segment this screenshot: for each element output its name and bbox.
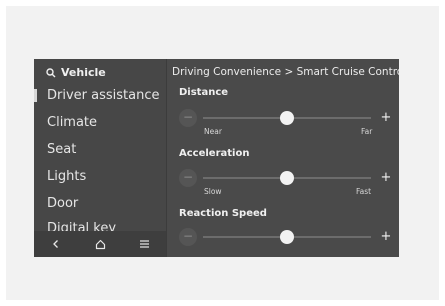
distance-min-label: Near bbox=[204, 127, 222, 136]
distance-increase-button[interactable]: + bbox=[377, 109, 395, 127]
slider-thumb[interactable] bbox=[280, 171, 294, 185]
search-label: Vehicle bbox=[61, 66, 106, 79]
sidebar-item-seat[interactable]: Seat bbox=[47, 142, 76, 157]
search-button[interactable]: Vehicle bbox=[46, 66, 106, 79]
reaction-speed-increase-button[interactable]: + bbox=[377, 228, 395, 246]
infotainment-screen: Vehicle Driver assistance Climate Seat L… bbox=[34, 59, 399, 257]
sidebar-item-driver-assistance[interactable]: Driver assistance bbox=[47, 88, 159, 103]
acceleration-min-label: Slow bbox=[204, 187, 222, 196]
back-icon[interactable] bbox=[44, 232, 68, 256]
distance-max-label: Far bbox=[361, 127, 373, 136]
slider-thumb[interactable] bbox=[280, 230, 294, 244]
sidebar-bottom-bar bbox=[34, 231, 166, 257]
slider-track bbox=[203, 230, 371, 244]
search-icon bbox=[46, 67, 56, 78]
sidebar-item-climate[interactable]: Climate bbox=[47, 115, 97, 130]
home-icon[interactable] bbox=[88, 232, 112, 256]
breadcrumb: Driving Convenience > Smart Cruise Contr… bbox=[172, 66, 399, 78]
acceleration-increase-button[interactable]: + bbox=[377, 169, 395, 187]
active-indicator bbox=[34, 89, 37, 102]
section-title-distance: Distance bbox=[179, 87, 229, 98]
section-title-reaction-speed: Reaction Speed bbox=[179, 208, 267, 219]
distance-decrease-button[interactable]: − bbox=[179, 109, 197, 127]
sidebar-item-lights[interactable]: Lights bbox=[47, 169, 86, 184]
menu-icon[interactable] bbox=[132, 232, 156, 256]
sidebar-item-door[interactable]: Door bbox=[47, 196, 78, 211]
reaction-speed-slider[interactable]: − + bbox=[179, 228, 395, 246]
slider-thumb[interactable] bbox=[280, 111, 294, 125]
section-title-acceleration: Acceleration bbox=[179, 148, 250, 159]
acceleration-slider[interactable]: − + bbox=[179, 169, 395, 187]
sidebar: Vehicle Driver assistance Climate Seat L… bbox=[34, 59, 167, 257]
acceleration-decrease-button[interactable]: − bbox=[179, 169, 197, 187]
acceleration-max-label: Fast bbox=[356, 187, 372, 196]
slider-track bbox=[203, 171, 371, 185]
slider-track bbox=[203, 111, 371, 125]
distance-slider[interactable]: − + bbox=[179, 109, 395, 127]
reaction-speed-decrease-button[interactable]: − bbox=[179, 228, 197, 246]
